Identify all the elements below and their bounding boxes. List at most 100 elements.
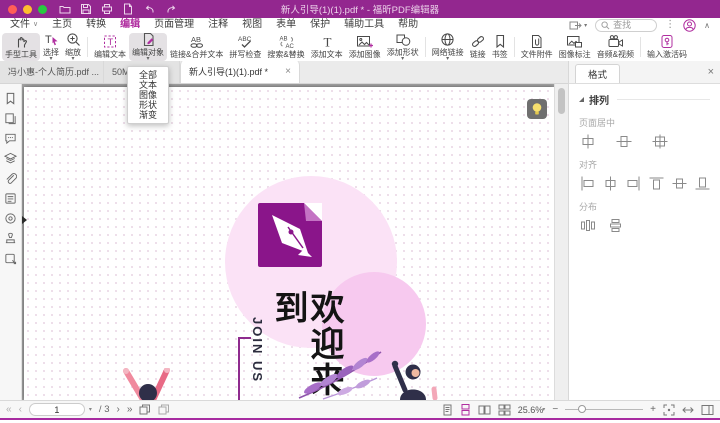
link-button[interactable]: 链接 xyxy=(467,33,489,61)
menu-home[interactable]: 主页 xyxy=(52,18,72,32)
close-window-button[interactable] xyxy=(8,4,17,14)
menu-protect[interactable]: 保护 xyxy=(310,18,330,32)
sidebar-expand-handle[interactable] xyxy=(22,216,27,224)
attachments-panel-icon[interactable] xyxy=(3,171,18,186)
align-right-icon[interactable] xyxy=(625,176,641,191)
format-panel-tab[interactable]: 格式 xyxy=(575,64,621,83)
edit-object-button[interactable]: 编辑对象 ▾ xyxy=(129,32,167,62)
audio-video-button[interactable]: 音频&视频 xyxy=(594,33,637,61)
document-canvas[interactable]: 欢迎来到 JOIN US xyxy=(22,84,568,400)
minimize-window-button[interactable] xyxy=(23,4,32,14)
previous-page-button[interactable]: ‹ xyxy=(19,404,22,415)
user-avatar[interactable] xyxy=(683,18,696,32)
menu-file[interactable]: 文件 ∨ xyxy=(10,18,38,32)
add-text-button[interactable]: T 添加文本 xyxy=(308,33,346,61)
vertical-scrollbar-thumb[interactable] xyxy=(558,88,565,114)
align-vertical-center-icon[interactable] xyxy=(671,176,687,191)
menu-accessibility[interactable]: 辅助工具 xyxy=(344,18,384,32)
zoom-in-button[interactable]: + xyxy=(650,404,656,415)
menu-edit[interactable]: 编辑 xyxy=(120,18,140,34)
next-view-icon[interactable] xyxy=(158,404,170,415)
page-thumbnails-icon[interactable] xyxy=(3,111,18,126)
menu-item-shape[interactable]: 形状 xyxy=(128,100,168,110)
search-replace-button[interactable]: AB AC 搜索&替换 xyxy=(264,33,307,61)
destinations-panel-icon[interactable] xyxy=(3,211,18,226)
next-page-button[interactable]: › xyxy=(116,404,119,415)
link-join-text-button[interactable]: AB 链接&合并文本 xyxy=(167,33,226,61)
search-box[interactable] xyxy=(595,18,658,32)
center-both-icon[interactable] xyxy=(651,134,668,149)
menu-item-all[interactable]: 全部 xyxy=(128,70,168,80)
bookmark-button[interactable]: 书签 xyxy=(489,33,511,61)
fit-width-icon[interactable] xyxy=(682,404,694,416)
menu-item-shading[interactable]: 渐变 xyxy=(128,110,168,120)
distribute-vertically-icon[interactable] xyxy=(607,218,624,233)
vertical-scrollbar-track[interactable] xyxy=(554,84,568,400)
pdf-page[interactable]: 欢迎来到 JOIN US xyxy=(24,87,554,400)
file-attachment-button[interactable]: 文件附件 xyxy=(518,33,556,61)
previous-view-icon[interactable] xyxy=(139,404,151,415)
menu-item-image[interactable]: 图像 xyxy=(128,90,168,100)
continuous-view-icon[interactable] xyxy=(460,403,471,416)
add-shape-button[interactable]: 添加形状 ▾ xyxy=(384,33,422,62)
single-page-view-icon[interactable] xyxy=(442,404,453,416)
zoom-out-button[interactable]: − xyxy=(552,404,558,415)
align-bottom-icon[interactable] xyxy=(694,176,710,191)
more-options-icon[interactable]: ⋮ xyxy=(665,20,675,30)
page-list-caret-icon[interactable]: ▾ xyxy=(89,406,92,413)
activation-code-button[interactable]: 输入激活码 xyxy=(644,33,690,61)
share-button[interactable]: ▾ xyxy=(569,20,587,31)
search-input[interactable] xyxy=(613,20,658,30)
first-page-button[interactable]: « xyxy=(6,404,12,415)
validation-panel-icon[interactable] xyxy=(3,251,18,266)
facing-view-icon[interactable] xyxy=(478,404,491,416)
align-left-icon[interactable] xyxy=(579,176,595,191)
maximize-window-button[interactable] xyxy=(38,4,47,14)
bookmarks-panel-icon[interactable] xyxy=(3,91,18,106)
layers-panel-icon[interactable] xyxy=(3,151,18,166)
stamps-panel-icon[interactable] xyxy=(3,231,18,246)
zoom-slider[interactable] xyxy=(565,405,644,413)
page-number-input[interactable]: 1 xyxy=(28,403,85,416)
save-icon[interactable] xyxy=(80,3,92,15)
menu-form[interactable]: 表单 xyxy=(276,18,296,32)
new-document-icon[interactable] xyxy=(122,3,134,15)
redo-icon[interactable] xyxy=(165,3,178,15)
print-icon[interactable] xyxy=(101,3,113,15)
zoom-slider-knob[interactable] xyxy=(578,405,587,413)
last-page-button[interactable]: » xyxy=(127,404,133,415)
undo-icon[interactable] xyxy=(143,3,156,15)
select-tool-button[interactable]: T 选择 ▾ xyxy=(40,33,62,62)
add-image-button[interactable]: 添加图像 xyxy=(346,33,384,61)
menu-help[interactable]: 帮助 xyxy=(398,18,418,32)
center-vertically-icon[interactable] xyxy=(615,134,632,149)
image-annotation-button[interactable]: 图像标注 xyxy=(556,33,594,61)
menu-comment[interactable]: 注释 xyxy=(208,18,228,32)
read-mode-icon[interactable] xyxy=(701,404,714,416)
document-tab-1[interactable]: 冯小惠-个人简历.pdf ... xyxy=(0,60,104,83)
tab-close-icon[interactable]: × xyxy=(279,66,291,77)
tip-lightbulb-button[interactable] xyxy=(527,99,547,119)
menu-convert[interactable]: 转换 xyxy=(86,18,106,32)
align-horizontal-center-icon[interactable] xyxy=(602,176,618,191)
collapse-ribbon-icon[interactable]: ∧ xyxy=(704,21,710,30)
zoom-level-dropdown[interactable]: 25.6% ▾ xyxy=(518,405,546,415)
distribute-horizontally-icon[interactable] xyxy=(579,218,596,233)
menu-item-text[interactable]: 文本 xyxy=(128,80,168,90)
edit-text-button[interactable]: T 编辑文本 xyxy=(91,33,129,61)
spell-check-button[interactable]: ABC 拼写检查 xyxy=(226,33,264,61)
center-horizontally-icon[interactable] xyxy=(579,134,596,149)
menu-page-management[interactable]: 页面管理 xyxy=(154,18,194,32)
web-link-button[interactable]: 网络链接 ▾ xyxy=(429,33,467,62)
zoom-tool-button[interactable]: 缩放 ▾ xyxy=(62,33,84,62)
align-top-icon[interactable] xyxy=(648,176,664,191)
arrange-section-header[interactable]: 排列 xyxy=(579,92,710,107)
hand-tool-button[interactable]: 手型工具 xyxy=(2,32,40,61)
fields-panel-icon[interactable] xyxy=(3,191,18,206)
comments-panel-icon[interactable] xyxy=(3,131,18,146)
fit-page-icon[interactable] xyxy=(663,404,675,416)
menu-view[interactable]: 视图 xyxy=(242,18,262,32)
panel-close-icon[interactable]: × xyxy=(708,67,714,78)
document-tab-active[interactable]: 新人引导(1)(1).pdf * × xyxy=(180,60,300,83)
open-folder-icon[interactable] xyxy=(59,3,71,15)
